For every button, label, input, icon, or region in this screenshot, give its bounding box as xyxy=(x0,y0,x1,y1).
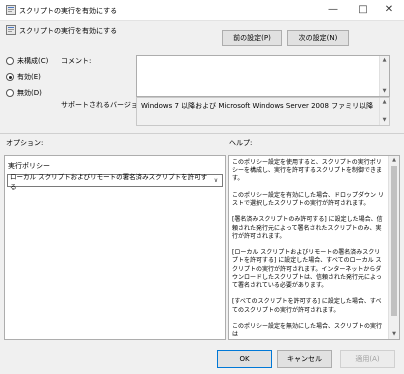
section-divider xyxy=(0,133,404,134)
scroll-up-icon[interactable]: ▲ xyxy=(380,98,389,107)
cancel-button[interactable]: キャンセル xyxy=(277,350,332,368)
execution-policy-dropdown[interactable]: ローカル スクリプトおよびリモートの署名済みスクリプトを許可する ∨ xyxy=(7,173,223,191)
options-heading: オプション: xyxy=(6,139,44,147)
scroll-down-icon[interactable]: ▼ xyxy=(389,330,399,339)
close-button[interactable]: ✕ xyxy=(374,0,404,20)
help-panel: このポリシー設定を使用すると、スクリプトの実行ポリシーを構成し、実行を許可するス… xyxy=(228,155,400,340)
window-title: スクリプトの実行を有効にする xyxy=(19,7,118,15)
dropdown-selected-value: ローカル スクリプトおよびリモートの署名済みスクリプトを許可する xyxy=(10,172,208,191)
supported-on-field: Windows 7 以降および Microsoft Windows Server… xyxy=(136,97,390,126)
radio-label-enabled: 有効(E) xyxy=(17,73,41,81)
radio-circle[interactable] xyxy=(6,57,14,65)
scroll-down-icon[interactable]: ▼ xyxy=(380,116,389,125)
maximize-icon: □ xyxy=(358,4,368,15)
apply-button[interactable]: 適用(A) xyxy=(340,350,395,368)
supported-scrollbar[interactable]: ▲ ▼ xyxy=(379,98,389,125)
policy-name: スクリプトの実行を有効にする xyxy=(19,27,118,35)
radio-not-configured[interactable]: 未構成(C) xyxy=(6,56,48,66)
comment-field[interactable]: ▲ ▼ xyxy=(136,55,390,97)
comment-label: コメント: xyxy=(61,57,92,65)
minimize-button[interactable]: — xyxy=(318,0,348,20)
comment-scrollbar[interactable]: ▲ ▼ xyxy=(379,56,389,96)
radio-circle[interactable] xyxy=(6,89,14,97)
close-icon: ✕ xyxy=(384,4,394,15)
radio-disabled[interactable]: 無効(D) xyxy=(6,88,42,98)
scroll-down-icon[interactable]: ▼ xyxy=(380,87,389,96)
ok-button[interactable]: OK xyxy=(217,350,272,368)
policy-settings-icon xyxy=(6,25,16,35)
radio-label-not-configured: 未構成(C) xyxy=(17,57,49,65)
policy-settings-icon xyxy=(6,5,16,15)
scroll-up-icon[interactable]: ▲ xyxy=(389,156,399,165)
previous-setting-button[interactable]: 前の設定(P) xyxy=(222,30,282,46)
supported-label: サポートされるバージョン: xyxy=(61,101,148,109)
minimize-icon: — xyxy=(328,4,338,15)
next-setting-button[interactable]: 次の設定(N) xyxy=(287,30,349,46)
radio-circle-selected[interactable] xyxy=(6,73,14,81)
help-heading: ヘルプ: xyxy=(229,139,253,147)
chevron-down-icon[interactable]: ∨ xyxy=(210,177,222,184)
scroll-up-icon[interactable]: ▲ xyxy=(380,56,389,65)
radio-enabled[interactable]: 有効(E) xyxy=(6,72,41,82)
scrollbar-thumb[interactable] xyxy=(391,166,397,316)
execution-policy-label: 実行ポリシー xyxy=(8,162,50,170)
title-bar: スクリプトの実行を有効にする — □ ✕ xyxy=(0,0,404,21)
help-text: このポリシー設定を使用すると、スクリプトの実行ポリシーを構成し、実行を許可するス… xyxy=(232,159,384,339)
help-scrollbar[interactable]: ▲ ▼ xyxy=(388,156,399,339)
radio-label-disabled: 無効(D) xyxy=(17,89,42,97)
options-panel: 実行ポリシー ローカル スクリプトおよびリモートの署名済みスクリプトを許可する … xyxy=(4,155,226,340)
supported-value: Windows 7 以降および Microsoft Windows Server… xyxy=(141,102,374,110)
